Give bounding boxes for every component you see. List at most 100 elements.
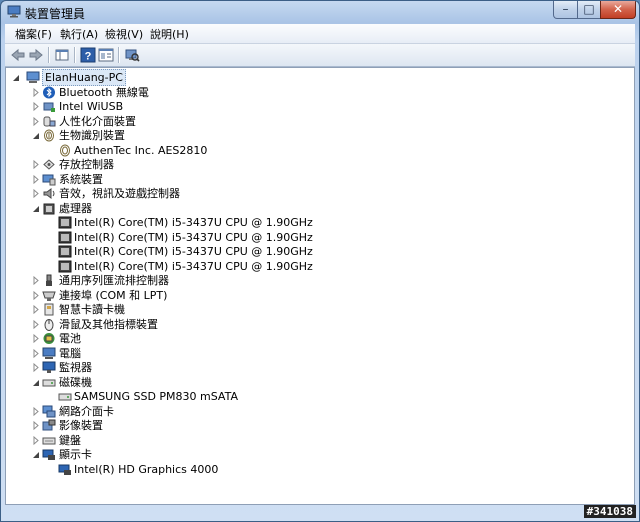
expand-arrow-icon[interactable] (32, 418, 41, 433)
expand-arrow-icon[interactable] (32, 302, 41, 317)
computer-root-icon (26, 71, 40, 83)
processor-icon (43, 203, 55, 214)
tree-category[interactable]: 人性化介面裝置 (6, 114, 626, 129)
close-button[interactable]: ✕ (600, 1, 636, 19)
battery-icon (43, 333, 55, 344)
expand-arrow-icon[interactable] (32, 273, 41, 288)
bluetooth-icon (43, 86, 55, 98)
expand-arrow-icon[interactable] (32, 114, 41, 129)
menu-help[interactable]: 說明(H) (150, 26, 189, 42)
properties-icon[interactable] (98, 47, 114, 63)
tree-category[interactable]: 音效，視訊及遊戲控制器 (6, 186, 626, 201)
tree-device[interactable]: SAMSUNG SSD PM830 mSATA (6, 389, 626, 404)
title-bar[interactable]: 裝置管理員 – □ ✕ (1, 1, 639, 23)
tree-category[interactable]: 監視器 (6, 360, 626, 375)
minimize-button[interactable]: – (553, 1, 578, 19)
collapse-arrow-icon[interactable] (32, 128, 41, 143)
menu-file[interactable]: 檔案(F) (15, 26, 52, 42)
device-label: Intel(R) HD Graphics 4000 (74, 462, 219, 476)
expand-arrow-icon[interactable] (32, 85, 41, 100)
show-hide-console-tree-icon[interactable] (54, 47, 70, 63)
tree-category[interactable]: 處理器 (6, 201, 626, 216)
category-label: 智慧卡讀卡機 (59, 303, 125, 316)
tree-category[interactable]: Intel WiUSB (6, 99, 626, 114)
category-label: 磁碟機 (59, 375, 92, 389)
hid-icon (43, 116, 56, 126)
tree-device[interactable]: Intel(R) Core(TM) i5-3437U CPU @ 1.90GHz (6, 215, 626, 230)
tree-device[interactable]: Intel(R) Core(TM) i5-3437U CPU @ 1.90GHz (6, 259, 626, 274)
expand-arrow-icon[interactable] (32, 172, 41, 187)
device-label: Intel(R) Core(TM) i5-3437U CPU @ 1.90GHz (74, 245, 313, 258)
camera-icon (42, 419, 56, 431)
category-label: 顯示卡 (59, 448, 92, 461)
expand-arrow-icon[interactable] (32, 288, 41, 303)
tree-device[interactable]: AuthenTec Inc. AES2810 (6, 143, 626, 158)
collapse-arrow-icon[interactable] (32, 375, 41, 390)
tree-device[interactable]: Intel(R) Core(TM) i5-3437U CPU @ 1.90GHz (6, 230, 626, 245)
tree-category[interactable]: Bluetooth 無線電 (6, 85, 626, 100)
category-label: 鍵盤 (59, 433, 81, 447)
port-icon (42, 291, 56, 301)
tree-category[interactable]: 滑鼠及其他指標裝置 (6, 317, 626, 332)
expand-arrow-icon[interactable] (32, 404, 41, 419)
expand-arrow-icon[interactable] (32, 360, 41, 375)
device-label: AuthenTec Inc. AES2810 (74, 143, 208, 157)
network-adapter-icon (42, 405, 56, 417)
category-label: 系統裝置 (59, 172, 103, 186)
smartcard-icon (44, 303, 54, 316)
category-label: Intel WiUSB (59, 100, 124, 113)
speaker-icon (43, 188, 55, 199)
tree-category[interactable]: 智慧卡讀卡機 (6, 302, 626, 317)
tree-category[interactable]: 系統裝置 (6, 172, 626, 187)
help-icon[interactable]: ? (80, 47, 96, 63)
child-device-icon (58, 260, 72, 272)
maximize-button[interactable]: □ (577, 1, 601, 19)
child-device-icon (58, 245, 72, 258)
back-arrow-icon[interactable] (10, 47, 26, 63)
tree-category[interactable]: 鍵盤 (6, 433, 626, 448)
expand-arrow-icon[interactable] (32, 331, 41, 346)
menu-action[interactable]: 執行(A) (60, 26, 98, 42)
system-device-icon (42, 174, 56, 185)
tree-category[interactable]: 顯示卡 (6, 447, 626, 462)
device-label: Intel(R) Core(TM) i5-3437U CPU @ 1.90GHz (74, 216, 313, 229)
forward-arrow-icon[interactable] (28, 47, 44, 63)
expand-arrow-icon[interactable] (32, 186, 41, 201)
expand-arrow-icon[interactable] (32, 317, 41, 332)
usb-icon (46, 274, 52, 286)
tree-category[interactable]: 通用序列匯流排控制器 (6, 273, 626, 288)
category-label: 網路介面卡 (59, 404, 114, 418)
collapse-arrow-icon[interactable] (32, 447, 41, 462)
expand-arrow-icon[interactable] (32, 433, 41, 448)
network-device-icon (43, 102, 55, 112)
expand-arrow-icon[interactable] (32, 99, 41, 114)
tree-category[interactable]: 電腦 (6, 346, 626, 361)
menu-view[interactable]: 檢視(V) (105, 26, 143, 42)
gpu-icon (58, 464, 71, 475)
tree-root[interactable]: ElanHuang-PC (6, 69, 626, 86)
collapse-arrow-icon[interactable] (12, 70, 21, 85)
expand-arrow-icon[interactable] (32, 346, 41, 361)
device-tree[interactable]: ElanHuang-PC Bluetooth 無線電 Intel WiUSB 人性化介… (5, 67, 635, 505)
toolbar-separator (118, 47, 120, 63)
category-label: 監視器 (59, 361, 92, 374)
category-label: 生物識別裝置 (59, 129, 125, 142)
device-label: Intel(R) Core(TM) i5-3437U CPU @ 1.90GHz (74, 259, 313, 273)
computer-icon (42, 347, 56, 359)
tree-category[interactable]: 影像裝置 (6, 418, 626, 433)
tree-category[interactable]: 磁碟機 (6, 375, 626, 390)
category-label: 通用序列匯流排控制器 (59, 274, 169, 287)
toolbar-separator (48, 47, 50, 63)
category-label: 滑鼠及其他指標裝置 (59, 317, 158, 331)
tree-category[interactable]: 存放控制器 (6, 157, 626, 172)
window-title: 裝置管理員 (25, 7, 86, 21)
tree-category[interactable]: 網路介面卡 (6, 404, 626, 419)
expand-arrow-icon[interactable] (32, 157, 41, 172)
tree-category[interactable]: 生物識別裝置 (6, 128, 626, 143)
tree-category[interactable]: 電池 (6, 331, 626, 346)
tree-device[interactable]: Intel(R) Core(TM) i5-3437U CPU @ 1.90GHz (6, 244, 626, 259)
collapse-arrow-icon[interactable] (32, 201, 41, 216)
scan-hardware-icon[interactable] (124, 47, 140, 63)
tree-device[interactable]: Intel(R) HD Graphics 4000 (6, 462, 626, 477)
tree-category[interactable]: 連接埠 (COM 和 LPT) (6, 288, 626, 303)
